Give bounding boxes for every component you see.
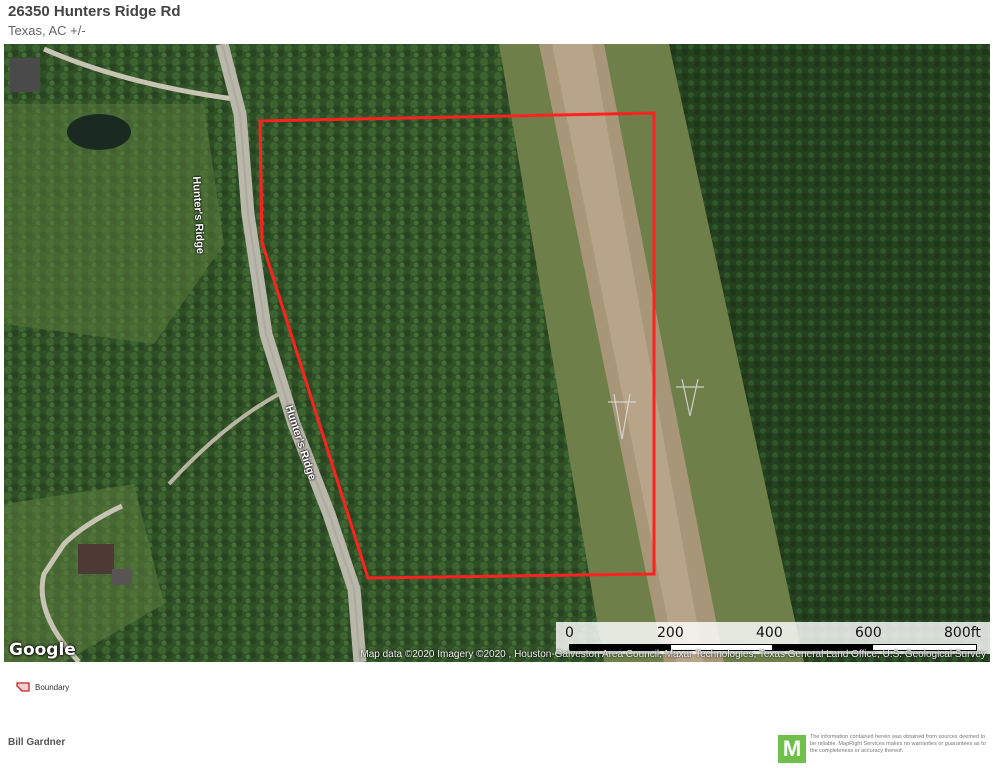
mapright-logo: M [778,735,806,763]
boundary-icon [16,682,30,692]
map-attribution: Map data ©2020 Imagery ©2020 , Houston-G… [360,649,986,660]
property-address-title: 26350 Hunters Ridge Rd [8,3,181,20]
scale-label: 800ft [944,625,981,641]
disclaimer-text: The information contained herein was obt… [810,734,986,754]
scale-label: 200 [657,625,684,641]
agent-name: Bill Gardner [8,737,66,748]
satellite-map[interactable]: Hunter's Ridge Hunter's Ridge 0 200 400 … [4,44,990,662]
scale-label: 600 [855,625,882,641]
property-subtitle: Texas, AC +/- [8,23,86,38]
scale-label: 400 [756,625,783,641]
google-logo: Google [9,640,76,660]
scale-label: 0 [565,625,574,641]
map-imagery [4,44,990,662]
legend-label: Boundary [35,683,70,692]
